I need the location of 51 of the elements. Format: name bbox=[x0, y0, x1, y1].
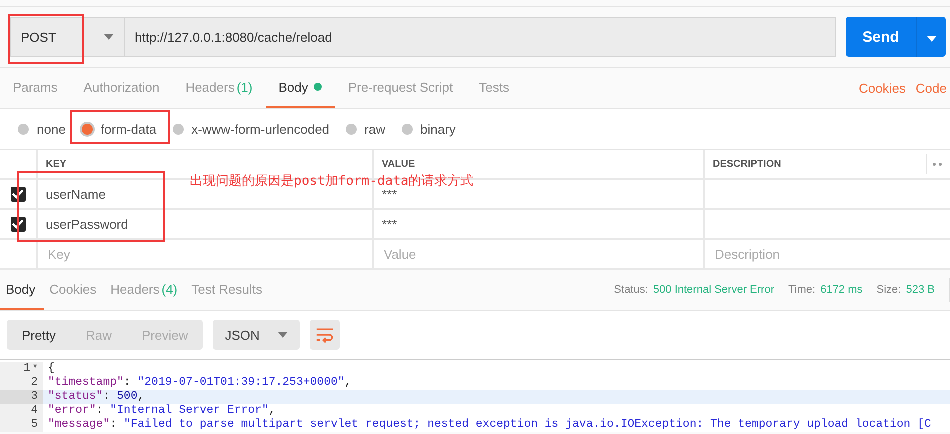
caret-icon bbox=[104, 34, 114, 40]
code-line: "timestamp": "2019-07-01T01:39:17.253+0000", bbox=[47, 376, 353, 390]
value-field[interactable]: Value bbox=[382, 246, 695, 262]
code-line: "message": "Failed to parse multipart servlet request; nested exception is java.io.IOException: The temporary upload location [C bbox=[47, 418, 932, 432]
more-icon[interactable] bbox=[926, 154, 942, 174]
body-type-radio[interactable]: form-data bbox=[82, 122, 157, 136]
meta-value: 523 B bbox=[906, 283, 935, 298]
header-link[interactable]: Cookies bbox=[858, 68, 906, 108]
wrap-button[interactable] bbox=[310, 320, 340, 350]
request-tab[interactable]: Pre-request Script bbox=[335, 68, 466, 108]
method-dropdown[interactable]: POST bbox=[10, 17, 124, 57]
meta-label: Size: bbox=[876, 283, 902, 298]
meta-value: 500 Internal Server Error bbox=[653, 283, 774, 298]
view-mode-button[interactable]: Pretty bbox=[7, 320, 71, 350]
line-number: 2 bbox=[31, 376, 38, 390]
line-number: 3 bbox=[31, 390, 38, 404]
response-tab[interactable]: Cookies bbox=[44, 270, 105, 310]
format-dropdown[interactable]: JSON bbox=[213, 320, 300, 350]
table-cell: *** bbox=[382, 216, 398, 232]
meta-value: 6172 ms bbox=[820, 283, 863, 298]
table-cell: userPassword bbox=[46, 216, 128, 232]
meta-label: Status: bbox=[614, 283, 648, 298]
table-cell: userName bbox=[46, 186, 106, 202]
wrap-icon bbox=[316, 327, 334, 343]
fold-toggle[interactable]: ▾ bbox=[32, 362, 38, 376]
url-field[interactable]: http://127.0.0.1:8080/cache/reload bbox=[124, 17, 836, 57]
send-button[interactable]: Send bbox=[846, 17, 916, 57]
send-options-button[interactable] bbox=[916, 17, 946, 57]
body-type-radio[interactable]: x-www-form-urlencoded bbox=[172, 122, 330, 136]
response-tab[interactable]: Headers(4) bbox=[104, 270, 186, 310]
code-line: "error": "Internal Server Error", bbox=[47, 404, 277, 418]
body-type-radio[interactable]: raw bbox=[346, 122, 386, 136]
table-cell: *** bbox=[382, 186, 398, 202]
code-line: { bbox=[47, 362, 56, 376]
request-tab[interactable]: Params bbox=[0, 68, 71, 108]
line-number: 4 bbox=[31, 404, 38, 418]
body-type-radio[interactable]: binary bbox=[402, 122, 456, 136]
body-type-radio[interactable]: none bbox=[18, 122, 66, 136]
caret-icon bbox=[926, 36, 936, 42]
description-field[interactable]: Description bbox=[713, 246, 942, 262]
line-number: 5 bbox=[31, 418, 38, 432]
key-field[interactable]: Key bbox=[46, 246, 364, 262]
meta-label: Time: bbox=[788, 283, 816, 298]
header-link[interactable]: Code bbox=[916, 68, 947, 108]
request-tab[interactable]: Headers(1) bbox=[172, 68, 266, 108]
response-tab[interactable]: Test Results bbox=[186, 270, 270, 310]
caret-icon bbox=[278, 332, 288, 338]
line-number: 1 bbox=[24, 362, 31, 376]
column-header: DESCRIPTION bbox=[713, 158, 782, 170]
request-tab[interactable]: Tests bbox=[466, 68, 522, 108]
request-tab[interactable]: Authorization bbox=[70, 68, 173, 108]
